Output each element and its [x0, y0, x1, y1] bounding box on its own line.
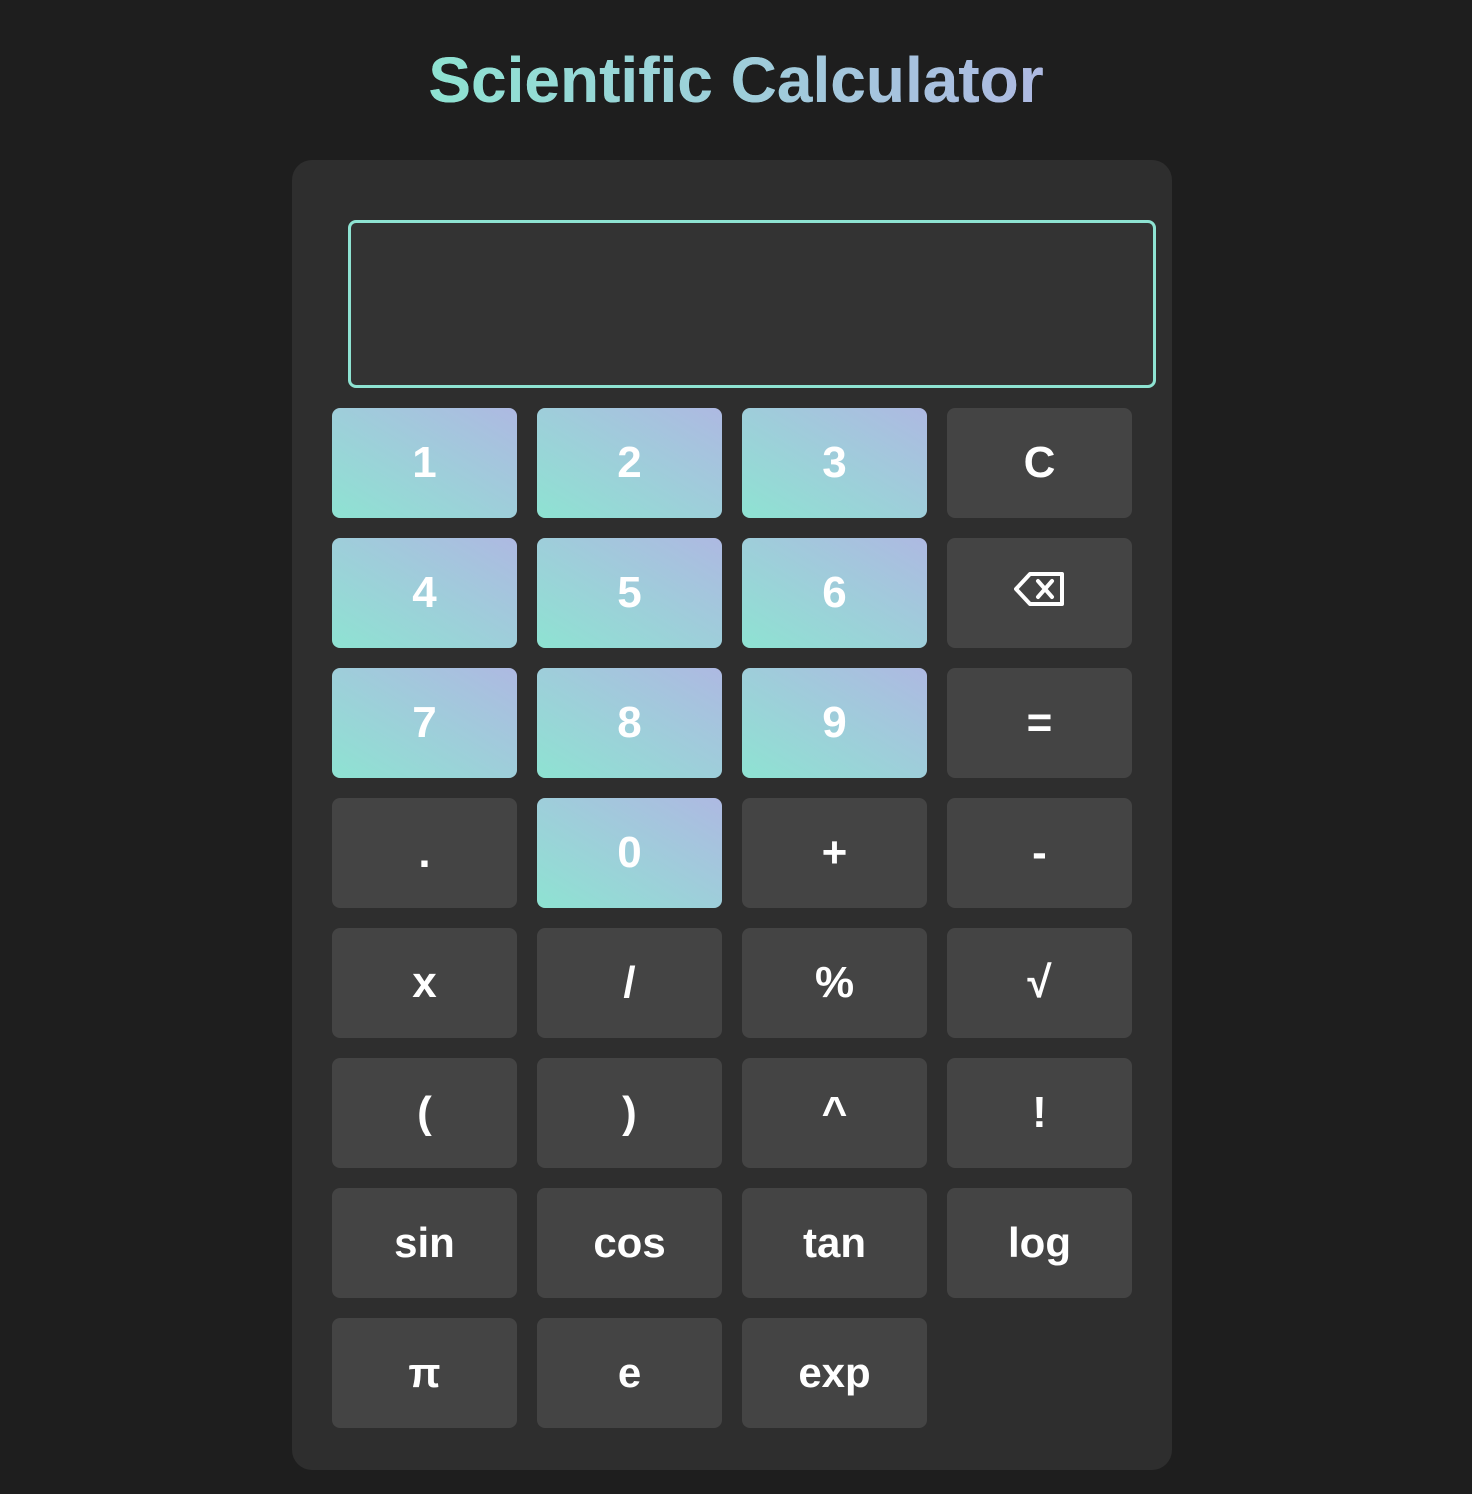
- key-label: 7: [412, 698, 437, 747]
- key-label: =: [1026, 698, 1053, 747]
- keypad: 1 2 3 C 4 5 6 7 8 9 =. 0 + - x /% √ () ^! sin cos tan log π e exp: [332, 408, 1132, 1428]
- calculator-panel: 1 2 3 C 4 5 6 7 8 9 =. 0 + - x /% √ () ^! sin cos tan log π e exp: [292, 160, 1172, 1470]
- key-label: 0: [617, 828, 642, 877]
- key-4[interactable]: 4: [332, 538, 517, 648]
- key-2[interactable]: 2: [537, 408, 722, 518]
- power-button[interactable]: ^: [742, 1058, 927, 1168]
- key-label: sin: [394, 1219, 455, 1266]
- key-6[interactable]: 6: [742, 538, 927, 648]
- key-label: tan: [803, 1219, 866, 1266]
- sqrt-button[interactable]: √: [947, 928, 1132, 1038]
- pi-button[interactable]: π: [332, 1318, 517, 1428]
- key-1[interactable]: 1: [332, 408, 517, 518]
- subtract-button[interactable]: -: [947, 798, 1132, 908]
- key-label: x: [412, 958, 437, 1007]
- clear-button[interactable]: C: [947, 408, 1132, 518]
- e-button[interactable]: e: [537, 1318, 722, 1428]
- sin-button[interactable]: sin: [332, 1188, 517, 1298]
- multiply-button[interactable]: x: [332, 928, 517, 1038]
- key-7[interactable]: 7: [332, 668, 517, 778]
- tan-button[interactable]: tan: [742, 1188, 927, 1298]
- key-label: +: [821, 828, 848, 877]
- equals-button[interactable]: =: [947, 668, 1132, 778]
- log-button[interactable]: log: [947, 1188, 1132, 1298]
- divide-button[interactable]: /: [537, 928, 722, 1038]
- key-label: !: [1032, 1088, 1047, 1137]
- key-label: π: [408, 1349, 441, 1396]
- exp-button[interactable]: exp: [742, 1318, 927, 1428]
- key-label: -: [1032, 828, 1047, 877]
- key-8[interactable]: 8: [537, 668, 722, 778]
- calculator-display[interactable]: [348, 220, 1156, 388]
- key-label: /: [623, 958, 636, 1007]
- key-label: ^: [821, 1088, 848, 1137]
- key-label: 4: [412, 568, 437, 617]
- key-9[interactable]: 9: [742, 668, 927, 778]
- key-label: cos: [593, 1219, 666, 1266]
- key-label: C: [1023, 438, 1056, 487]
- key-label: e: [617, 1349, 642, 1396]
- key-label: ): [622, 1088, 637, 1137]
- backspace-button[interactable]: [947, 538, 1132, 648]
- key-label: 3: [822, 438, 847, 487]
- key-3[interactable]: 3: [742, 408, 927, 518]
- key-label: 1: [412, 438, 437, 487]
- close-paren-button[interactable]: ): [537, 1058, 722, 1168]
- percent-button[interactable]: %: [742, 928, 927, 1038]
- key-label: %: [814, 958, 855, 1007]
- key-label: 5: [617, 568, 642, 617]
- key-label: (: [417, 1088, 432, 1137]
- key-label: exp: [798, 1349, 871, 1396]
- key-label: 2: [617, 438, 642, 487]
- page-title: Scientific Calculator: [0, 40, 1472, 120]
- add-button[interactable]: +: [742, 798, 927, 908]
- key-label: √: [1027, 958, 1052, 1007]
- factorial-button[interactable]: !: [947, 1058, 1132, 1168]
- key-label: log: [1008, 1219, 1071, 1266]
- key-label: 9: [822, 698, 847, 747]
- decimal-button[interactable]: .: [332, 798, 517, 908]
- key-label: .: [418, 828, 431, 877]
- backspace-icon: [1013, 568, 1066, 618]
- key-label: 8: [617, 698, 642, 747]
- key-5[interactable]: 5: [537, 538, 722, 648]
- cos-button[interactable]: cos: [537, 1188, 722, 1298]
- open-paren-button[interactable]: (: [332, 1058, 517, 1168]
- key-label: 6: [822, 568, 847, 617]
- key-0[interactable]: 0: [537, 798, 722, 908]
